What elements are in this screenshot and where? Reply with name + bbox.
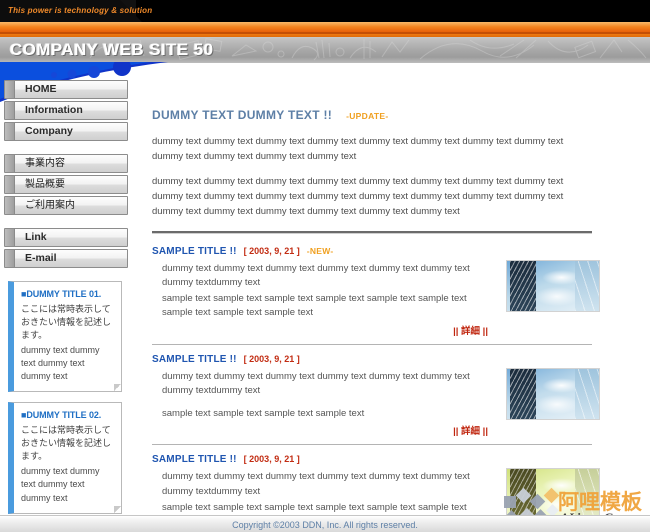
sidebar-item-business-content[interactable]: 事業内容 xyxy=(4,154,128,173)
article-title[interactable]: SAMPLE TITLE !! xyxy=(152,246,237,257)
sidebar-info-box-01: ■DUMMY TITLE 01. ここには常時表示しておきたい情報を記述します。… xyxy=(8,281,122,393)
intro-paragraph-2: dummy text dummy text dummy text dummy t… xyxy=(152,176,564,217)
sidebar-item-label: Information xyxy=(25,104,83,117)
article-line-2: sample text sample text sample text samp… xyxy=(162,293,467,319)
sidebar-item-home[interactable]: HOME xyxy=(4,80,128,99)
nav-tab-marker xyxy=(5,229,15,246)
news-article: SAMPLE TITLE !! [ 2003, 9, 21 ] dummy te… xyxy=(152,354,600,437)
article-line-1: dummy text dummy text dummy text dummy t… xyxy=(162,370,470,396)
article-date: [ 2003, 9, 21 ] xyxy=(243,353,300,364)
page-title: COMPANY WEB SITE 50 xyxy=(10,40,214,59)
sidebar-item-label: HOME xyxy=(25,83,57,96)
sidebar-item-link[interactable]: Link xyxy=(4,228,128,247)
footer-bar: Copyright ©2003 DDN, Inc. All rights res… xyxy=(0,515,650,532)
sidebar-item-label: Company xyxy=(25,125,73,138)
article-body: dummy text dummy text dummy text dummy t… xyxy=(152,262,488,321)
sidebar-item-product-outline[interactable]: 製品概要 xyxy=(4,175,128,194)
intro-paragraph-1: dummy text dummy text dummy text dummy t… xyxy=(152,136,564,162)
sidebar-item-email[interactable]: E-mail xyxy=(4,249,128,268)
thumb-building-left xyxy=(509,368,536,419)
top-tagline-bar: This power is technology & solution xyxy=(0,0,650,22)
info-box-japanese-text: ここには常時表示しておきたい情報を記述します。 xyxy=(21,426,112,463)
article-date: [ 2003, 9, 21 ] xyxy=(243,245,300,256)
article-divider xyxy=(152,343,592,345)
sidebar-item-label: Link xyxy=(25,231,47,244)
article-line-1: dummy text dummy text dummy text dummy t… xyxy=(162,262,470,288)
article-thumbnail[interactable] xyxy=(506,367,600,420)
update-badge: -UPDATE- xyxy=(346,111,389,121)
sidebar-item-label: ご利用案内 xyxy=(25,199,75,211)
nav-tab-marker xyxy=(5,176,15,193)
sidebar-item-label: 製品概要 xyxy=(25,178,65,190)
article-line-1: dummy text dummy text dummy text dummy t… xyxy=(162,471,470,497)
nav-group-utility: Link E-mail xyxy=(4,228,128,268)
article-detail-link[interactable]: || 詳細 || xyxy=(152,323,488,337)
sidebar-item-label: 事業内容 xyxy=(25,157,65,169)
info-box-dummy-text: dummy text dummy text dummy text dummy t… xyxy=(21,345,100,382)
sidebar-item-company[interactable]: Company xyxy=(4,122,128,141)
thumb-building-left xyxy=(509,260,536,311)
article-header: SAMPLE TITLE !! [ 2003, 9, 21 ] xyxy=(152,454,488,465)
nav-tab-marker xyxy=(5,250,15,267)
new-badge: -NEW- xyxy=(306,245,334,256)
article-title[interactable]: SAMPLE TITLE !! xyxy=(152,354,237,365)
orange-accent-band xyxy=(0,22,650,34)
thumb-building-right xyxy=(575,260,599,311)
article-line-2: sample text sample text sample text samp… xyxy=(162,408,365,420)
sidebar-info-box-02: ■DUMMY TITLE 02. ここには常時表示しておきたい情報を記述します。… xyxy=(8,402,122,514)
info-box-japanese-text: ここには常時表示しておきたい情報を記述します。 xyxy=(21,305,112,342)
section-divider xyxy=(152,230,592,234)
article-divider xyxy=(152,444,592,446)
article-date: [ 2003, 9, 21 ] xyxy=(243,454,300,465)
article-header: SAMPLE TITLE !! [ 2003, 9, 21 ] -NEW- xyxy=(152,246,488,257)
thumb-cloud xyxy=(534,286,579,306)
tagline-text: This power is technology & solution xyxy=(8,6,153,15)
nav-tab-marker xyxy=(5,197,15,214)
article-thumbnail[interactable] xyxy=(506,259,600,312)
footer-copyright: Copyright ©2003 DDN, Inc. All rights res… xyxy=(232,520,418,530)
nav-tab-marker xyxy=(5,155,15,172)
nav-group-primary: HOME Information Company xyxy=(4,80,128,141)
article-detail-link[interactable]: || 詳細 || xyxy=(152,423,488,437)
page-root: This power is technology & solution COMP… xyxy=(0,0,650,532)
thumb-cloud xyxy=(534,394,579,414)
thumb-building-right xyxy=(575,368,599,419)
article-header: SAMPLE TITLE !! [ 2003, 9, 21 ] xyxy=(152,354,488,365)
nav-group-japanese: 事業内容 製品概要 ご利用案内 xyxy=(4,154,128,215)
nav-tab-marker xyxy=(5,123,15,140)
nav-tab-marker xyxy=(5,81,15,98)
nav-tab-marker xyxy=(5,102,15,119)
intro-title: DUMMY TEXT DUMMY TEXT !! xyxy=(152,108,333,122)
sidebar-item-information[interactable]: Information xyxy=(4,101,128,120)
info-box-title: ■DUMMY TITLE 02. xyxy=(21,410,102,421)
info-box-dummy-text: dummy text dummy text dummy text dummy t… xyxy=(21,466,100,503)
info-box-title: ■DUMMY TITLE 01. xyxy=(21,289,102,299)
sidebar-item-label: E-mail xyxy=(25,252,57,265)
main-content: DUMMY TEXT DUMMY TEXT !! -UPDATE- dummy … xyxy=(152,108,600,532)
news-article: SAMPLE TITLE !! [ 2003, 9, 21 ] -NEW- du… xyxy=(152,246,600,337)
sidebar-nav: HOME Information Company 事業内容 製品概要 ご利用案内… xyxy=(4,80,128,524)
sidebar-item-usage-guide[interactable]: ご利用案内 xyxy=(4,196,128,215)
article-title[interactable]: SAMPLE TITLE !! xyxy=(152,454,237,465)
site-header-band: COMPANY WEB SITE 50 xyxy=(0,34,650,63)
intro-heading: DUMMY TEXT DUMMY TEXT !! -UPDATE- xyxy=(152,108,592,122)
article-body: dummy text dummy text dummy text dummy t… xyxy=(152,370,488,422)
